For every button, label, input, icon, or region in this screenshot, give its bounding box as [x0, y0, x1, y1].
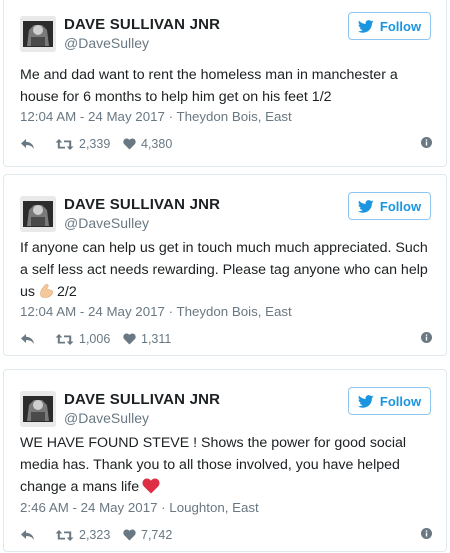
reply-button[interactable]: [20, 135, 35, 153]
avatar-image: [20, 196, 56, 232]
info-button[interactable]: [421, 528, 432, 542]
avatar[interactable]: [20, 16, 56, 52]
tweet-text-main: If anyone can help us get in touch much …: [20, 240, 428, 300]
like-button[interactable]: 1,311: [123, 330, 171, 348]
reply-icon: [21, 334, 34, 344]
tweet-text: If anyone can help us get in touch much …: [20, 237, 432, 306]
info-icon: [421, 332, 432, 343]
follow-button[interactable]: Follow: [348, 12, 431, 40]
tweet-text-suffix: 2/2: [56, 284, 77, 300]
retweet-button[interactable]: 2,339: [55, 135, 110, 153]
display-name[interactable]: DAVE SULLIVAN JNR: [64, 16, 220, 33]
like-count: 7,742: [141, 528, 173, 542]
like-count: 4,380: [141, 137, 173, 151]
follow-button[interactable]: Follow: [348, 192, 431, 220]
display-name[interactable]: DAVE SULLIVAN JNR: [64, 196, 220, 213]
like-button[interactable]: 4,380: [123, 135, 172, 153]
tweet-card[interactable]: DAVE SULLIVAN JNR @DaveSulley Follow WE …: [3, 369, 447, 552]
bird-icon: [357, 394, 374, 408]
tweet-timestamp[interactable]: 12:04 AM - 24 May 2017 · Theydon Bois, E…: [20, 304, 292, 319]
info-button[interactable]: [421, 332, 432, 346]
tweet-actions: 1,006 1,311: [20, 330, 432, 348]
retweet-count: 2,323: [79, 528, 111, 542]
retweet-icon: [55, 333, 74, 345]
bird-icon: [357, 199, 374, 213]
tweet-actions: 2,339 4,380: [20, 135, 432, 153]
bird-icon: [357, 19, 374, 33]
tweet-actions: 2,323 7,742: [20, 526, 432, 544]
red-heart-emoji: [142, 478, 160, 501]
user-handle[interactable]: @DaveSulley: [64, 35, 149, 51]
info-icon: [421, 137, 432, 148]
user-handle[interactable]: @DaveSulley: [64, 410, 149, 426]
heart-icon: [123, 529, 136, 541]
reply-icon: [21, 530, 34, 540]
flexed-biceps-emoji: [38, 283, 54, 306]
info-button[interactable]: [421, 137, 432, 151]
tweet-card[interactable]: DAVE SULLIVAN JNR @DaveSulley Follow If …: [3, 174, 447, 356]
retweet-icon: [55, 138, 74, 150]
like-button[interactable]: 7,742: [123, 526, 172, 544]
tweet-text: Me and dad want to rent the homeless man…: [20, 67, 398, 105]
retweet-button[interactable]: 1,006: [55, 330, 110, 348]
tweet-timestamp[interactable]: 12:04 AM - 24 May 2017 · Theydon Bois, E…: [20, 109, 292, 124]
avatar[interactable]: [20, 196, 56, 232]
follow-label: Follow: [379, 393, 422, 409]
info-icon: [421, 528, 432, 539]
like-count: 1,311: [141, 332, 172, 346]
reply-button[interactable]: [20, 330, 35, 348]
display-name[interactable]: DAVE SULLIVAN JNR: [64, 391, 220, 408]
retweet-button[interactable]: 2,323: [55, 526, 110, 544]
tweet-timestamp[interactable]: 2:46 AM - 24 May 2017 · Loughton, East: [20, 500, 259, 515]
user-handle[interactable]: @DaveSulley: [64, 215, 149, 231]
retweet-icon: [55, 529, 74, 541]
avatar-image: [20, 391, 56, 427]
heart-icon: [123, 138, 136, 150]
retweet-count: 2,339: [79, 137, 111, 151]
reply-icon: [21, 139, 34, 149]
tweet-card[interactable]: DAVE SULLIVAN JNR @DaveSulley Follow Me …: [3, 0, 447, 167]
reply-button[interactable]: [20, 526, 35, 544]
retweet-count: 1,006: [79, 332, 111, 346]
follow-label: Follow: [379, 18, 422, 34]
tweet-text: WE HAVE FOUND STEVE ! Shows the power fo…: [20, 432, 432, 501]
avatar[interactable]: [20, 391, 56, 427]
follow-label: Follow: [379, 198, 422, 214]
tweet-text-main: WE HAVE FOUND STEVE ! Shows the power fo…: [20, 435, 407, 495]
heart-icon: [123, 333, 136, 345]
follow-button[interactable]: Follow: [348, 387, 431, 415]
avatar-image: [20, 16, 56, 52]
